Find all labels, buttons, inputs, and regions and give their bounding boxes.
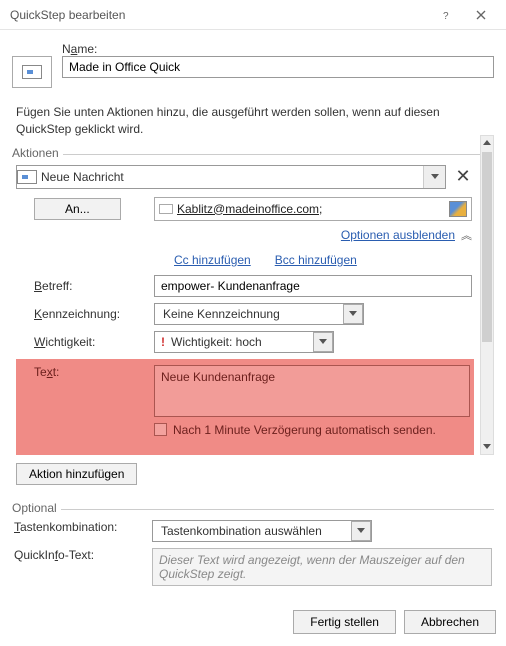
svg-text:?: ? <box>443 11 449 20</box>
flag-label: Kennzeichnung: <box>34 307 146 321</box>
flag-select[interactable]: Keine Kennzeichnung <box>154 303 364 325</box>
optional-group: Optional Tastenkombination: Tastenkombin… <box>12 509 494 586</box>
tooltip-text-input[interactable]: Dieser Text wird angezeigt, wenn der Mau… <box>152 548 492 586</box>
name-label: Name: <box>62 42 494 56</box>
subject-input[interactable] <box>154 275 472 297</box>
importance-label: Wichtigkeit: <box>34 335 146 349</box>
envelope-icon <box>17 170 37 184</box>
address-book-icon[interactable] <box>449 201 467 217</box>
importance-select[interactable]: ! Wichtigkeit: hoch <box>154 331 334 353</box>
subject-label: Betreff: <box>34 279 146 293</box>
dropdown-caret[interactable] <box>343 304 363 324</box>
dialog-footer: Fertig stellen Abbrechen <box>0 598 506 646</box>
chevron-down-icon <box>431 174 439 179</box>
actions-group: Aktionen Neue Nachricht ✕ An... <box>12 154 494 499</box>
quickstep-icon-button[interactable] <box>12 56 52 88</box>
optional-legend: Optional <box>12 501 61 515</box>
name-input[interactable] <box>62 56 494 78</box>
add-cc-link[interactable]: Cc hinzufügen <box>174 253 251 267</box>
delay-send-label: Nach 1 Minute Verzögerung automatisch se… <box>173 423 436 437</box>
dropdown-caret[interactable] <box>423 166 445 188</box>
recipient-chip[interactable]: Kablitz@madeinoffice.com; <box>177 202 322 216</box>
shortcut-select[interactable]: Tastenkombination auswählen <box>152 520 372 542</box>
intro-text: Fügen Sie unten Aktionen hinzu, die ausg… <box>16 104 494 138</box>
close-button[interactable] <box>464 1 498 29</box>
title-bar: QuickStep bearbeiten ? <box>0 0 506 30</box>
add-action-button[interactable]: Aktion hinzufügen <box>16 463 137 485</box>
action-type-select[interactable]: Neue Nachricht <box>16 165 446 189</box>
text-label: Text: <box>34 365 146 379</box>
high-importance-icon: ! <box>155 335 171 349</box>
shortcut-value: Tastenkombination auswählen <box>153 524 351 538</box>
scroll-up-arrow[interactable] <box>481 136 493 150</box>
toggle-options-link[interactable]: Optionen ausblenden <box>341 228 455 242</box>
finish-button[interactable]: Fertig stellen <box>293 610 396 634</box>
remove-action-button[interactable]: ✕ <box>452 166 474 188</box>
add-bcc-link[interactable]: Bcc hinzufügen <box>275 253 357 267</box>
to-button[interactable]: An... <box>34 198 121 220</box>
dropdown-caret[interactable] <box>351 521 371 541</box>
window-title: QuickStep bearbeiten <box>10 8 430 22</box>
flag-value: Keine Kennzeichnung <box>155 307 343 321</box>
scroll-thumb[interactable] <box>482 152 492 343</box>
contact-card-icon <box>159 204 173 214</box>
vertical-scrollbar[interactable] <box>480 135 494 455</box>
dropdown-caret[interactable] <box>313 332 333 352</box>
chevron-down-icon <box>319 339 327 344</box>
shortcut-label: Tastenkombination: <box>14 520 144 542</box>
envelope-icon <box>22 65 42 79</box>
highlighted-region: Text: Neue Kundenanfrage Nach 1 Minute V… <box>16 359 474 455</box>
tooltip-label: QuickInfo-Text: <box>14 548 144 586</box>
importance-value: Wichtigkeit: hoch <box>171 335 313 349</box>
chevron-down-icon <box>357 528 365 533</box>
scroll-down-arrow[interactable] <box>481 440 493 454</box>
actions-legend: Aktionen <box>12 146 63 160</box>
cancel-button[interactable]: Abbrechen <box>404 610 496 634</box>
recipients-input[interactable]: Kablitz@madeinoffice.com; <box>154 197 472 221</box>
help-button[interactable]: ? <box>430 1 464 29</box>
delay-send-checkbox[interactable] <box>154 423 167 436</box>
body-text-input[interactable]: Neue Kundenanfrage <box>154 365 470 417</box>
chevron-up-double-icon: ︽ <box>461 227 472 243</box>
action-type-value: Neue Nachricht <box>37 170 423 184</box>
chevron-down-icon <box>349 311 357 316</box>
